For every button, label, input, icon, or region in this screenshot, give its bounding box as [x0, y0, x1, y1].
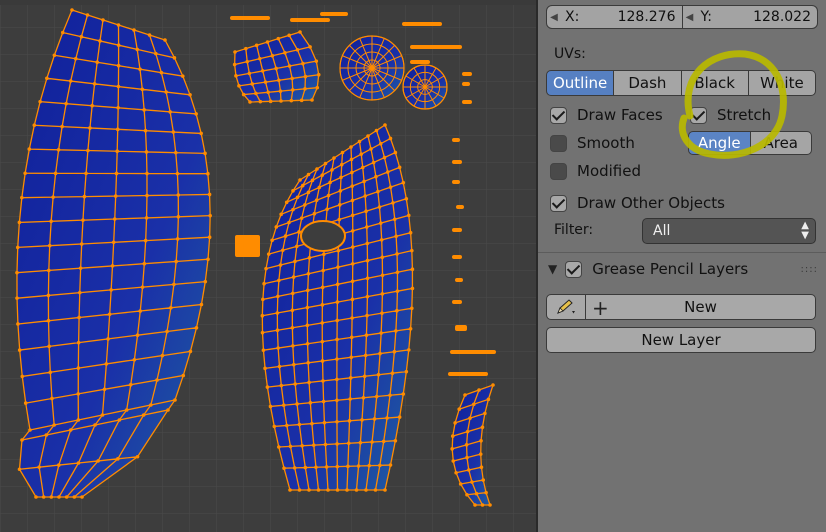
cursor-x-label: X: [565, 9, 580, 25]
updown-arrows-icon: ▲ ▼ [801, 220, 809, 241]
draw-other-objects-option[interactable]: Draw Other Objects [550, 194, 725, 212]
uv-island-fan-large[interactable] [339, 35, 405, 101]
plus-icon: + [592, 296, 609, 320]
draw-faces-checkbox[interactable] [550, 106, 567, 124]
draw-other-objects-checkbox[interactable] [550, 194, 567, 212]
smooth-label: Smooth [577, 134, 635, 152]
new-button-label: New [684, 298, 717, 316]
uv-draw-mode-selector: Outline Dash Black White [546, 70, 816, 96]
draw-faces-label: Draw Faces [577, 106, 663, 124]
stretch-mode-angle[interactable]: Angle [688, 131, 751, 155]
grease-pencil-enable-checkbox[interactable] [565, 260, 583, 278]
draw-faces-option[interactable]: Draw Faces [550, 106, 663, 124]
pencil-icon [557, 299, 575, 314]
draw-mode-outline[interactable]: Outline [546, 70, 615, 96]
filter-dropdown[interactable]: All ▲ ▼ [642, 218, 816, 244]
uv-properties-panel: ◀ X: 128.276 ◀ Y: 128.022 UVs: Outline D… [538, 0, 826, 532]
grease-pencil-title: Grease Pencil Layers [592, 260, 749, 278]
uvs-section-label: UVs: [554, 46, 586, 62]
draw-mode-white[interactable]: White [748, 70, 816, 96]
stretch-mode-area[interactable]: Area [750, 131, 812, 155]
new-layer-label: New Layer [641, 331, 721, 349]
draw-other-objects-label: Draw Other Objects [577, 194, 725, 212]
drag-grip-icon[interactable]: :::: [801, 264, 818, 275]
cursor-y-field[interactable]: ◀ Y: 128.022 [682, 5, 818, 29]
uv-cursor-coordinates: ◀ X: 128.276 ◀ Y: 128.022 [546, 5, 818, 29]
cursor-y-value: 128.022 [753, 9, 811, 25]
stretch-checkbox[interactable] [690, 106, 707, 124]
modified-label: Modified [577, 162, 642, 180]
filter-value: All [653, 223, 671, 239]
draw-mode-black[interactable]: Black [681, 70, 749, 96]
panel-separator [538, 252, 826, 253]
cursor-x-value: 128.276 [617, 9, 676, 25]
stretch-label: Stretch [717, 106, 772, 124]
decrement-arrow-icon[interactable]: ◀ [547, 12, 561, 23]
collapse-triangle-icon[interactable]: ▼ [548, 262, 557, 276]
draw-mode-dash[interactable]: Dash [614, 70, 682, 96]
smooth-checkbox[interactable] [550, 134, 567, 152]
uv-island-hole [300, 220, 346, 252]
decrement-arrow-icon[interactable]: ◀ [683, 12, 697, 23]
uv-editor-viewport[interactable] [0, 0, 536, 532]
uv-island-fan-small[interactable] [402, 64, 448, 110]
stretch-mode-selector: Angle Area [688, 131, 812, 155]
uv-mesh-canvas[interactable] [0, 0, 536, 532]
cursor-y-label: Y: [700, 9, 712, 25]
new-layer-button[interactable]: New Layer [546, 327, 816, 353]
grease-pencil-panel-header[interactable]: ▼ Grease Pencil Layers :::: [548, 258, 818, 280]
filter-label: Filter: [554, 222, 594, 238]
cursor-x-field[interactable]: ◀ X: 128.276 [546, 5, 683, 29]
grease-pencil-source-button[interactable] [546, 294, 586, 320]
modified-option[interactable]: Modified [550, 162, 641, 180]
stretch-option[interactable]: Stretch [690, 106, 771, 124]
new-grease-pencil-button[interactable]: + New [585, 294, 816, 320]
modified-checkbox[interactable] [550, 162, 567, 180]
smooth-option[interactable]: Smooth [550, 134, 635, 152]
